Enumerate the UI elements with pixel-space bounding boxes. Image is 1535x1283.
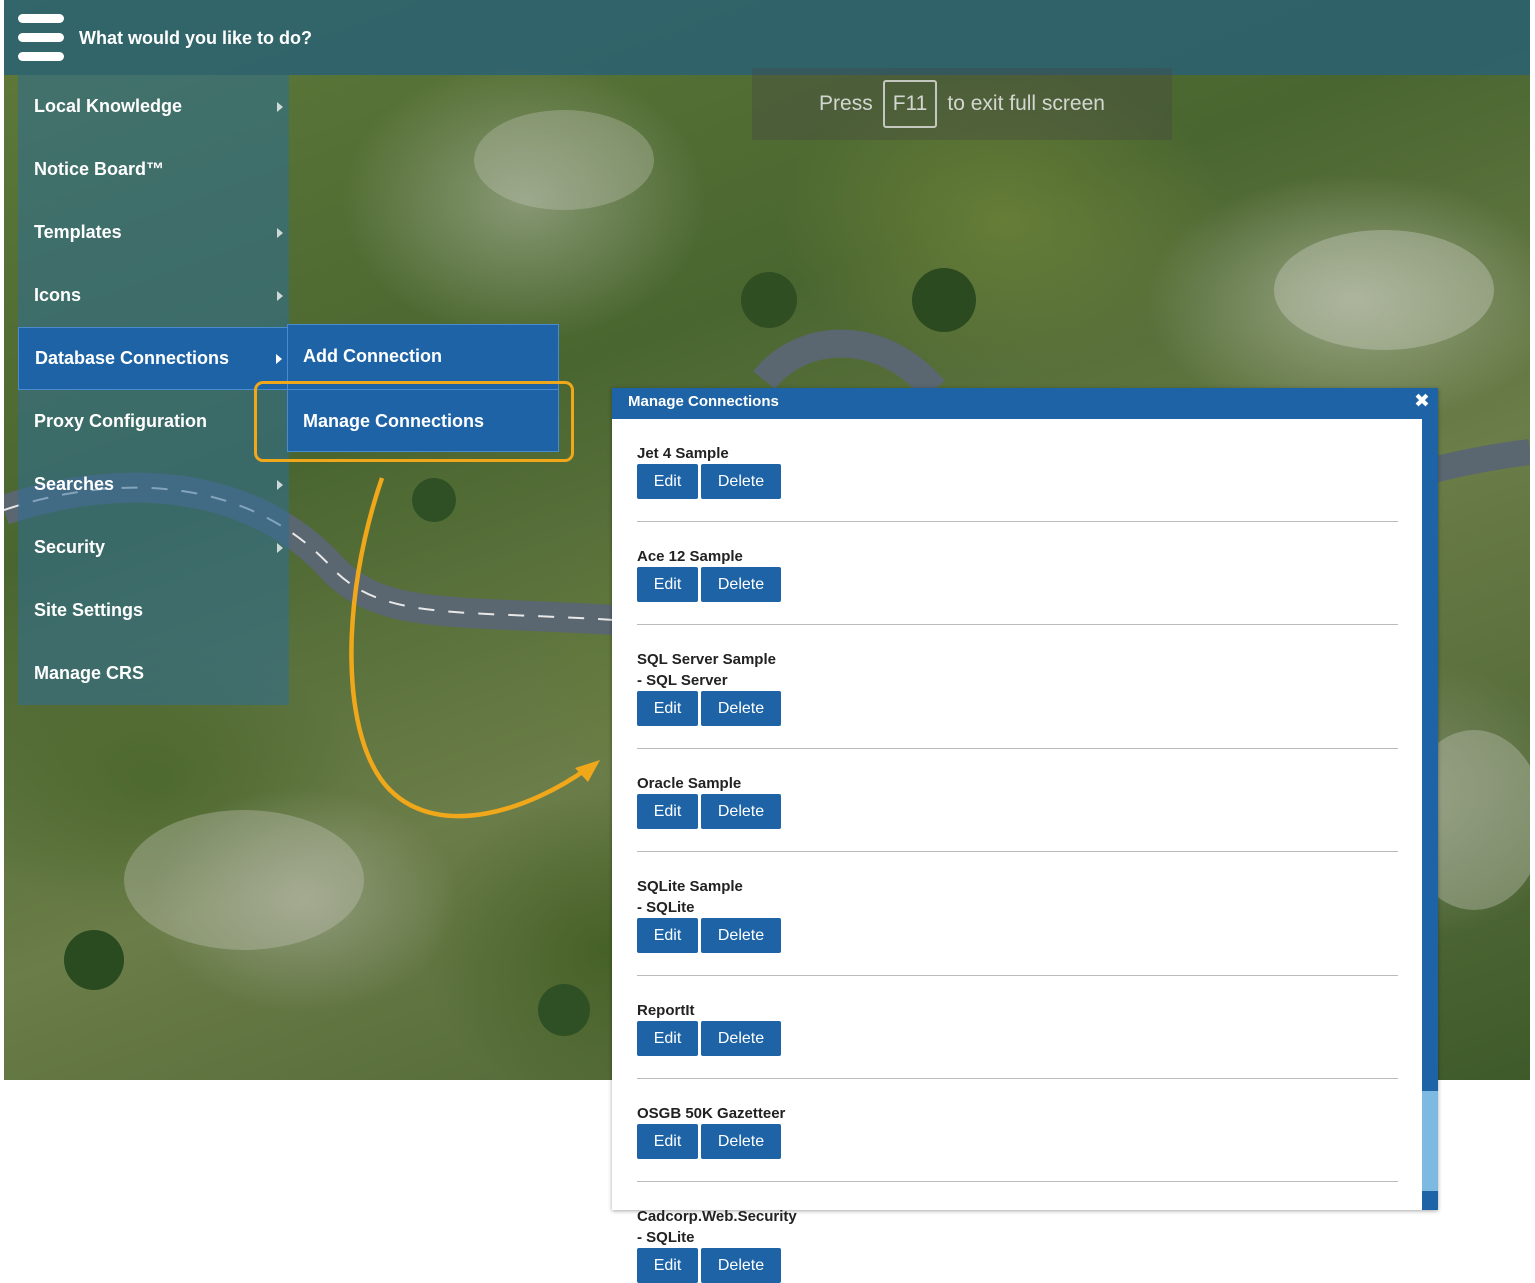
fullscreen-hint-after: to exit full screen <box>947 92 1105 115</box>
hamburger-menu-icon[interactable] <box>18 14 68 62</box>
edit-button[interactable]: Edit <box>637 691 698 726</box>
menu-item-label: Database Connections <box>35 348 230 368</box>
chevron-right-icon <box>277 290 283 301</box>
menu-item-label: Templates <box>34 222 122 242</box>
dialog-header: Manage Connections ✖ <box>612 388 1438 419</box>
menu-item-proxy-configuration[interactable]: Proxy Configuration <box>18 390 289 453</box>
menu-item-local-knowledge[interactable]: Local Knowledge <box>18 75 289 138</box>
chevron-right-icon <box>276 353 282 364</box>
menu-item-icons[interactable]: Icons <box>18 264 289 327</box>
submenu-add-connection[interactable]: Add Connection <box>288 325 558 388</box>
menu-item-label: Manage CRS <box>34 663 145 683</box>
edit-button[interactable]: Edit <box>637 1124 698 1159</box>
edit-button[interactable]: Edit <box>637 794 698 829</box>
dialog-title: Manage Connections <box>628 393 779 410</box>
list-item: Cadcorp.Web.Security - SQLite Edit Delet… <box>637 1182 1398 1283</box>
connection-list: Jet 4 Sample Edit Delete Ace 12 Sample E… <box>637 419 1398 1283</box>
side-menu: Local Knowledge Notice Board™ Templates … <box>18 75 289 705</box>
delete-button[interactable]: Delete <box>701 567 781 602</box>
menu-item-label: Local Knowledge <box>34 96 183 116</box>
delete-button[interactable]: Delete <box>701 464 781 499</box>
list-item: ReportIt Edit Delete <box>637 976 1398 1079</box>
list-item: Oracle Sample Edit Delete <box>637 749 1398 852</box>
delete-button[interactable]: Delete <box>701 691 781 726</box>
database-connections-submenu: Add Connection Manage Connections <box>287 324 559 452</box>
delete-button[interactable]: Delete <box>701 1248 781 1283</box>
menu-item-templates[interactable]: Templates <box>18 201 289 264</box>
connection-name: ReportIt <box>637 1002 695 1019</box>
edit-button[interactable]: Edit <box>637 464 698 499</box>
delete-button[interactable]: Delete <box>701 918 781 953</box>
menu-item-database-connections[interactable]: Database Connections <box>18 327 289 390</box>
menu-item-site-settings[interactable]: Site Settings <box>18 579 289 642</box>
delete-button[interactable]: Delete <box>701 1021 781 1056</box>
dialog-scrollbar[interactable] <box>1422 419 1438 1210</box>
fullscreen-hint: Press F11 to exit full screen <box>752 68 1172 140</box>
manage-connections-dialog: Manage Connections ✖ Jet 4 Sample Edit D… <box>612 388 1438 1283</box>
top-bar-title: What would you like to do? <box>79 28 312 48</box>
edit-button[interactable]: Edit <box>637 567 698 602</box>
list-item: Ace 12 Sample Edit Delete <box>637 522 1398 625</box>
fullscreen-hint-before: Press <box>819 92 873 115</box>
connection-name: Ace 12 Sample <box>637 548 743 565</box>
submenu-manage-connections[interactable]: Manage Connections <box>288 389 558 452</box>
menu-item-label: Proxy Configuration <box>34 411 208 431</box>
edit-button[interactable]: Edit <box>637 918 698 953</box>
chevron-right-icon <box>277 542 283 553</box>
connection-name: SQL Server Sample - SQL Server <box>637 651 776 689</box>
menu-item-label: Security <box>34 537 106 557</box>
menu-item-label: Icons <box>34 285 82 305</box>
top-bar: What would you like to do? <box>4 0 1530 75</box>
menu-item-security[interactable]: Security <box>18 516 289 579</box>
chevron-right-icon <box>277 101 283 112</box>
chevron-right-icon <box>277 227 283 238</box>
edit-button[interactable]: Edit <box>637 1021 698 1056</box>
menu-item-manage-crs[interactable]: Manage CRS <box>18 642 289 705</box>
f11-key: F11 <box>882 80 938 128</box>
menu-item-notice-board[interactable]: Notice Board™ <box>18 138 289 201</box>
chevron-right-icon <box>277 479 283 490</box>
menu-item-label: Notice Board™ <box>34 159 165 179</box>
delete-button[interactable]: Delete <box>701 1124 781 1159</box>
list-item: OSGB 50K Gazetteer Edit Delete <box>637 1079 1398 1182</box>
connection-name: Cadcorp.Web.Security - SQLite <box>637 1208 797 1246</box>
scrollbar-thumb[interactable] <box>1422 1091 1438 1191</box>
menu-item-label: Site Settings <box>34 600 144 620</box>
edit-button[interactable]: Edit <box>637 1248 698 1283</box>
menu-item-searches[interactable]: Searches <box>18 453 289 516</box>
list-item: SQL Server Sample - SQL Server Edit Dele… <box>637 625 1398 749</box>
close-icon[interactable]: ✖ <box>1412 391 1432 413</box>
connection-name: OSGB 50K Gazetteer <box>637 1105 786 1122</box>
connection-name: SQLite Sample - SQLite <box>637 878 743 916</box>
menu-item-label: Searches <box>34 474 115 494</box>
delete-button[interactable]: Delete <box>701 794 781 829</box>
connection-name: Oracle Sample <box>637 775 742 792</box>
list-item: Jet 4 Sample Edit Delete <box>637 419 1398 522</box>
list-item: SQLite Sample - SQLite Edit Delete <box>637 852 1398 976</box>
connection-name: Jet 4 Sample <box>637 445 729 462</box>
